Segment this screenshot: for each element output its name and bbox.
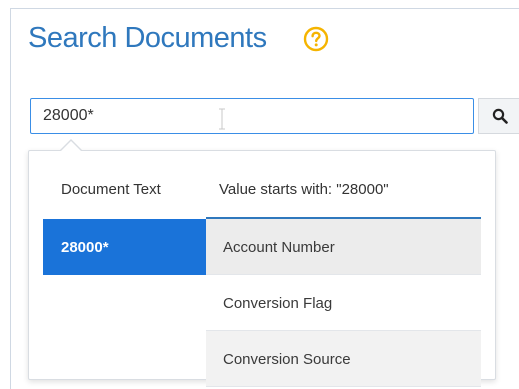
field-list: Account Number Conversion Flag Conversio…	[206, 219, 481, 387]
suggestion-conversion-flag[interactable]: Conversion Flag	[206, 275, 481, 331]
search-button[interactable]	[478, 98, 519, 134]
suggestion-conversion-source[interactable]: Conversion Source	[206, 331, 481, 387]
suggestions-dropdown: Document Text Value starts with: "28000"…	[28, 150, 496, 387]
page-title: Search Documents	[28, 22, 267, 54]
suggestions-header: Document Text Value starts with: "28000"	[29, 151, 495, 217]
search-input[interactable]	[30, 98, 474, 134]
question-circle-icon[interactable]	[303, 26, 329, 52]
dropdown-caret-fill	[61, 141, 81, 151]
value-hint: Value starts with: "28000"	[219, 181, 389, 198]
suggestion-account-number[interactable]: Account Number	[206, 219, 481, 275]
document-text-label: Document Text	[61, 181, 161, 198]
search-icon	[492, 108, 508, 124]
selected-term[interactable]: 28000*	[43, 219, 206, 275]
text-cursor-icon	[219, 108, 225, 130]
